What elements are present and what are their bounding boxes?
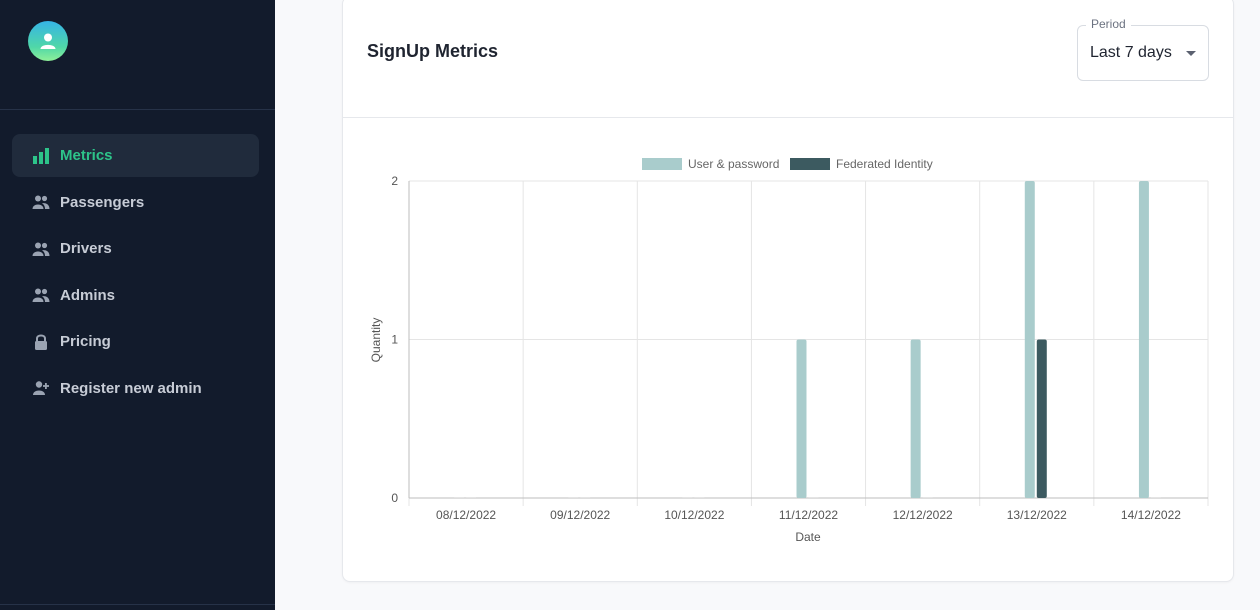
people-icon [32,193,50,211]
bar-chart-icon [32,147,50,165]
bar [910,339,921,498]
sidebar-item-admins[interactable]: Admins [12,274,259,317]
x-tick-label: 10/12/2022 [664,508,724,522]
card-divider [343,117,1233,118]
user-icon [40,33,56,49]
sidebar-nav: Metrics Passengers Drivers Admins Pricin… [12,134,259,413]
sidebar-item-label: Admins [60,286,116,304]
avatar[interactable] [28,21,68,61]
sidebar-item-label: Passengers [60,193,145,211]
bar [568,497,579,498]
y-tick-label: 2 [391,174,398,188]
bar [1138,181,1149,498]
y-axis-title: Quantity [369,318,383,363]
people-icon [32,240,50,258]
y-tick-label: 0 [391,491,398,505]
legend-swatch [642,158,682,170]
period-label: Period [1086,17,1131,31]
sidebar-item-drivers[interactable]: Drivers [12,227,259,270]
card-title: SignUp Metrics [367,41,499,61]
sidebar-item-label: Metrics [60,147,113,164]
x-tick-label: 13/12/2022 [1007,508,1067,522]
sidebar-item-metrics[interactable]: Metrics [12,134,259,177]
bar [796,339,807,498]
caret-down-icon [1186,51,1196,56]
bar [580,497,591,498]
bar [1036,339,1047,498]
bar [466,497,477,498]
sidebar: Metrics Passengers Drivers Admins Pricin… [0,0,275,610]
person-add-icon [32,379,50,397]
x-tick-label: 14/12/2022 [1121,508,1181,522]
legend-label: Federated Identity [836,157,933,171]
lock-icon [32,333,50,351]
x-tick-label: 08/12/2022 [436,508,496,522]
sidebar-item-register-new-admin[interactable]: Register new admin [12,367,259,410]
sidebar-divider [0,109,275,110]
x-axis-title: Date [795,530,821,544]
x-tick-label: 11/12/2022 [779,508,838,522]
y-tick-label: 1 [391,333,398,347]
period-select[interactable]: Period Last 7 days [1077,17,1209,81]
bar [454,497,465,498]
sidebar-item-label: Pricing [60,333,111,350]
sidebar-item-pricing[interactable]: Pricing [12,320,259,363]
bar [808,497,819,498]
period-value: Last 7 days [1090,44,1172,61]
sidebar-item-label: Register new admin [60,379,202,397]
sidebar-bottom-divider [0,604,275,605]
legend-label: User & password [688,157,779,171]
bar [1150,497,1161,498]
bar [682,497,693,498]
bar [922,497,933,498]
x-tick-label: 12/12/2022 [893,508,953,522]
bar [1024,181,1035,498]
x-tick-label: 09/12/2022 [550,508,610,522]
people-icon [32,286,50,304]
signup-chart: 0 1 2 08/12/2022 09/12/2022 10/12/2022 11/12/2… [369,157,1209,544]
legend-swatch [790,158,830,170]
sidebar-item-passengers[interactable]: Passengers [12,181,259,224]
bar [694,497,705,498]
sidebar-item-label: Drivers [60,240,112,257]
